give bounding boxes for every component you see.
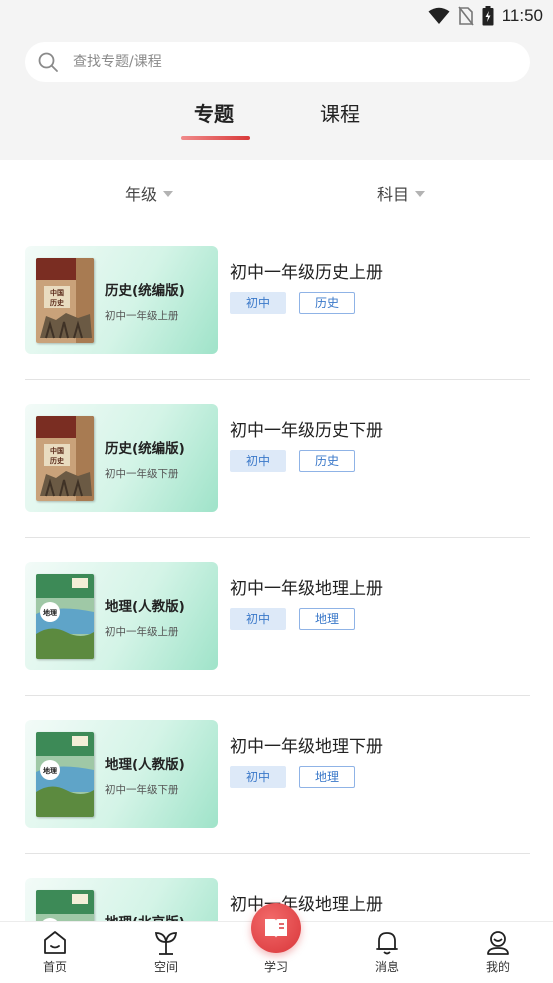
list-item[interactable]: 地理 地理(人教版) 初中一年级下册 初中一年级地理下册 初中 地理 — [0, 696, 553, 854]
search-icon — [38, 52, 58, 72]
topic-title[interactable]: 初中一年级地理上册 — [230, 890, 383, 915]
bell-icon — [376, 932, 398, 955]
subject-tag: 历史 — [299, 450, 355, 472]
study-fab-button[interactable] — [251, 903, 301, 953]
list-item[interactable]: 地理 地理(人教版) 初中一年级上册 初中一年级地理上册 初中 地理 — [0, 538, 553, 696]
level-tag: 初中 — [230, 766, 286, 788]
textbook-cover-image: 中国 历史 — [36, 258, 94, 343]
topic-title[interactable]: 初中一年级地理上册 — [230, 574, 383, 599]
svg-text:历史: 历史 — [50, 298, 65, 307]
wifi-icon — [428, 7, 450, 24]
course-cover-card[interactable]: 中国 历史 历史(统编版) 初中一年级下册 — [25, 404, 218, 512]
nav-study-label: 学习 — [263, 960, 288, 974]
cover-subtitle: 初中一年级上册 — [105, 310, 179, 322]
level-tag: 初中 — [230, 292, 286, 314]
cover-subtitle: 初中一年级上册 — [105, 626, 179, 638]
nav-home[interactable]: 首页 — [20, 922, 90, 983]
svg-text:中国: 中国 — [50, 288, 64, 297]
caret-down-icon — [163, 190, 174, 197]
subject-filter-label: 科目 — [377, 185, 410, 204]
app-screen: 11:50 专题 课程 年级 科目 中国历史历史(统编版)初中一年级上册初中一年… — [0, 0, 553, 983]
course-cover-card[interactable]: 地理 地理(人教版) 初中一年级下册 — [25, 720, 218, 828]
topic-title[interactable]: 初中一年级历史下册 — [230, 416, 383, 441]
search-bar[interactable] — [25, 42, 530, 82]
svg-text:历史: 历史 — [50, 456, 65, 465]
cover-title: 历史(统编版) — [105, 441, 185, 457]
status-bar: 11:50 — [0, 0, 553, 32]
level-tag: 初中 — [230, 450, 286, 472]
search-input[interactable] — [73, 54, 473, 70]
textbook-cover-image: 地理 — [36, 574, 94, 659]
course-cover-card[interactable]: 中国 历史 历史(统编版) 初中一年级上册 — [25, 246, 218, 354]
cover-title: 历史(统编版) — [105, 283, 185, 299]
subject-tag: 历史 — [299, 292, 355, 314]
battery-charging-icon — [482, 6, 494, 26]
cover-title: 地理(人教版) — [105, 599, 185, 615]
topic-list: 中国 历史 历史(统编版) 初中一年级上册 初中一年级历史上册 初中 历史 中国 历史 历史(统编… — [0, 222, 553, 922]
filter-bar: 年级 科目 — [0, 160, 553, 222]
subject-tag: 地理 — [299, 766, 355, 788]
nav-messages-label: 消息 — [374, 960, 399, 974]
textbook-cover-image: 中国 历史 — [36, 416, 94, 501]
course-cover-card[interactable]: 地理 地理(人教版) 初中一年级上册 — [25, 562, 218, 670]
status-time: 11:50 — [501, 6, 543, 25]
course-cover-card[interactable]: 地理地理(北京版) — [25, 878, 218, 922]
svg-text:中国: 中国 — [50, 446, 64, 455]
caret-down-icon — [415, 190, 426, 197]
textbook-cover-image: 地理 — [36, 890, 94, 922]
grade-filter[interactable]: 年级 — [125, 181, 174, 205]
nav-space[interactable]: 空间 — [131, 922, 201, 983]
no-sim-icon — [458, 6, 474, 26]
nav-home-label: 首页 — [42, 960, 67, 974]
list-item[interactable]: 中国 历史 历史(统编版) 初中一年级下册 初中一年级历史下册 初中 历史 — [0, 380, 553, 538]
active-tab-indicator — [181, 136, 250, 140]
sprout-icon — [154, 932, 178, 955]
home-icon — [44, 931, 66, 954]
tab-bar: 专题 课程 — [0, 98, 553, 148]
svg-text:地理: 地理 — [43, 608, 57, 617]
topic-title[interactable]: 初中一年级地理下册 — [230, 732, 383, 757]
grade-filter-label: 年级 — [125, 185, 158, 204]
nav-space-label: 空间 — [153, 960, 178, 974]
tab-topics[interactable]: 专题 — [194, 98, 234, 127]
textbook-cover-image: 地理 — [36, 732, 94, 817]
cover-subtitle: 初中一年级下册 — [105, 784, 179, 796]
level-tag: 初中 — [230, 608, 286, 630]
subject-filter[interactable]: 科目 — [377, 181, 426, 205]
status-icons: 11:50 — [428, 5, 543, 27]
header-area: 11:50 专题 课程 — [0, 0, 553, 160]
topic-title[interactable]: 初中一年级历史上册 — [230, 258, 383, 283]
cover-title: 地理(人教版) — [105, 757, 185, 773]
user-icon — [487, 931, 509, 955]
nav-me[interactable]: 我的 — [463, 922, 533, 983]
list-item[interactable]: 中国 历史 历史(统编版) 初中一年级上册 初中一年级历史上册 初中 历史 — [0, 222, 553, 380]
subject-tag: 地理 — [299, 608, 355, 630]
svg-text:地理: 地理 — [43, 766, 57, 775]
cover-subtitle: 初中一年级下册 — [105, 468, 179, 480]
nav-messages[interactable]: 消息 — [352, 922, 422, 983]
tab-courses[interactable]: 课程 — [320, 98, 360, 127]
book-icon — [265, 919, 287, 938]
nav-me-label: 我的 — [485, 960, 510, 974]
